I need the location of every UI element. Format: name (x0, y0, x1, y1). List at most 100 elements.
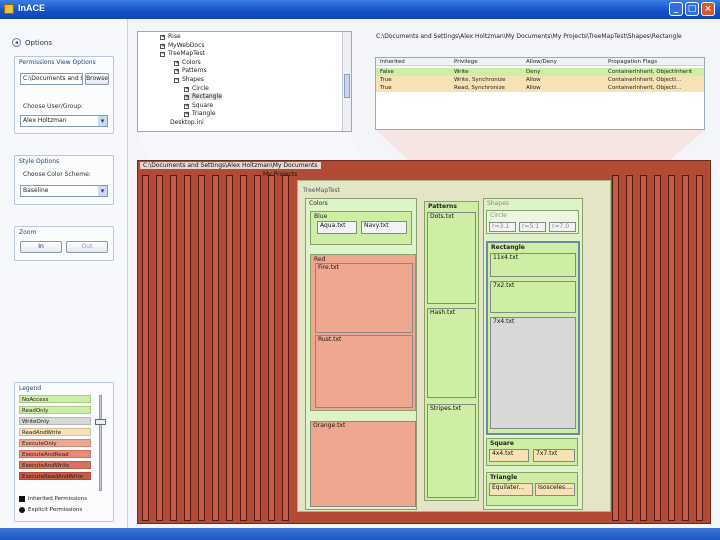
minimize-button[interactable]: _ (669, 2, 683, 16)
table-row[interactable]: False Write Deny ContainerInherit, ObjectIn… (376, 68, 704, 76)
style-options-group: Style Options Choose Color Scheme: Basel… (14, 155, 114, 205)
close-button[interactable]: × (701, 2, 715, 16)
expander-icon[interactable]: + (184, 86, 189, 92)
file-rust[interactable]: Rust.txt (315, 335, 413, 408)
tree-node[interactable]: − Shapes (174, 76, 204, 83)
tree-node[interactable]: + Patterns (174, 67, 207, 75)
treemap-folder-column[interactable] (268, 175, 275, 521)
col-allow-deny: Allow/Deny (526, 59, 557, 65)
patterns-folder[interactable]: Patterns Dots.txt Hash.txt Stripes.txt (424, 201, 479, 501)
expander-icon[interactable]: − (174, 78, 179, 83)
legend-title: Legend (19, 385, 42, 392)
rectangle-folder[interactable]: Rectangle 11x4.txt 7x2.txt 7x4.txt (486, 241, 580, 435)
file-11x4[interactable]: 11x4.txt (490, 253, 576, 277)
table-cell: True (380, 77, 392, 83)
file-circle-r7[interactable]: r=7.0 (549, 222, 576, 232)
tree-node[interactable]: Desktop.ini (170, 119, 204, 126)
treemap-folder-column[interactable] (668, 175, 675, 521)
expander-icon[interactable]: + (184, 95, 189, 101)
file-fire[interactable]: Fire.txt (315, 263, 413, 333)
tree-node[interactable]: + Colors (174, 59, 201, 66)
table-row[interactable]: True Read, Synchronize Allow ContainerInher… (376, 84, 704, 92)
treemap-folder-column[interactable] (226, 175, 233, 521)
file-stripes[interactable]: Stripes.txt (427, 404, 476, 498)
app-icon (4, 4, 14, 14)
treemap-folder-column[interactable] (156, 175, 163, 521)
treemap-folder-column[interactable] (696, 175, 703, 521)
file-dots[interactable]: Dots.txt (427, 212, 476, 304)
file-equilateral[interactable]: Equilater... (489, 483, 533, 496)
legend-item: ExecuteOnly (19, 439, 91, 447)
treemap-folder-column[interactable] (682, 175, 689, 521)
zoom-in-button[interactable]: In (20, 241, 62, 253)
table-cell: Write, Synchronize (454, 77, 506, 83)
shapes-folder[interactable]: Shapes Circle r=3.1 r=5.1 r=7.0 Rectangl… (483, 198, 583, 510)
legend-item: ReadOnly (19, 406, 91, 414)
legend-slider-thumb[interactable] (95, 419, 106, 425)
zoom-out-button[interactable]: Out (66, 241, 108, 253)
file-circle-r5[interactable]: r=5.1 (519, 222, 546, 232)
expander-icon[interactable]: + (184, 112, 189, 118)
tree-node[interactable]: + Square (184, 102, 213, 109)
file-navy[interactable]: Navy.txt (361, 221, 407, 234)
tree-node[interactable]: + Triangle (184, 110, 216, 118)
col-propagation: Propagation Flags (608, 59, 658, 65)
treemap-folder-column[interactable] (626, 175, 633, 521)
user-group-select[interactable]: Alex Holtzman (20, 115, 108, 127)
tree-node[interactable]: − TreeMapTest (160, 50, 205, 58)
treemap-folder-column[interactable] (640, 175, 647, 521)
treemap-folder-column[interactable] (198, 175, 205, 521)
expander-icon[interactable]: + (174, 60, 179, 66)
treemap-folder-column[interactable] (612, 175, 619, 521)
legend-slider-track[interactable] (99, 395, 102, 491)
tree-node[interactable]: + Rectangle (184, 93, 222, 101)
treemap-panel[interactable]: TreeMapTest Colors Blue Aqua.txt Navy.tx… (297, 180, 611, 512)
maximize-button[interactable]: □ (685, 2, 699, 16)
file-circle-r3[interactable]: r=3.1 (489, 222, 516, 232)
file-hash[interactable]: Hash.txt (427, 308, 476, 398)
folder-tree[interactable]: + Rise + MyWebDocs − TreeMapTest + Colors + Patte… (137, 31, 352, 132)
red-label: Red (314, 256, 326, 263)
file-7x2[interactable]: 7x2.txt (490, 281, 576, 313)
file-4x4[interactable]: 4x4.txt (489, 449, 529, 462)
square-folder[interactable]: Square 4x4.txt 7x7.txt (486, 438, 578, 466)
file-aqua[interactable]: Aqua.txt (317, 221, 357, 234)
expander-icon[interactable]: + (160, 35, 165, 40)
path-input[interactable]: C:\Documents and Se (20, 73, 83, 85)
treemap-folder-column[interactable] (170, 175, 177, 521)
colors-folder[interactable]: Colors Blue Aqua.txt Navy.txt Red Fire.t… (305, 198, 417, 510)
treemap-folder-column[interactable] (240, 175, 247, 521)
treemap-folder-column[interactable] (654, 175, 661, 521)
red-folder[interactable]: Red Fire.txt Rust.txt (310, 254, 416, 411)
file-isosceles[interactable]: Isosceles.... (535, 483, 575, 496)
expander-icon[interactable]: + (174, 69, 179, 75)
expander-icon[interactable]: + (160, 43, 165, 49)
tree-node[interactable]: + Circle (184, 85, 209, 92)
legend-item: ExecuteAndRead (19, 450, 91, 458)
file-orange[interactable]: Orange.txt (310, 421, 416, 507)
expander-icon[interactable]: − (160, 52, 165, 58)
tree-node[interactable]: + MyWebDocs (160, 42, 205, 49)
explicit-legend-label: Explicit Permissions (28, 507, 83, 513)
treemap-folder-column[interactable] (184, 175, 191, 521)
treemap-folder-column[interactable] (212, 175, 219, 521)
expander-icon[interactable]: + (184, 103, 189, 109)
triangle-folder[interactable]: Triangle Equilater... Isosceles.... (486, 472, 578, 506)
treemap-folder-column[interactable] (282, 175, 289, 521)
browse-button[interactable]: Browse (85, 73, 109, 85)
treemap-folder-column[interactable] (142, 175, 149, 521)
tree-scrollbar[interactable] (342, 32, 351, 131)
collapse-options-icon[interactable]: ◂ (12, 38, 21, 47)
circle-folder[interactable]: Circle r=3.1 r=5.1 r=7.0 (486, 210, 579, 234)
blue-folder[interactable]: Blue Aqua.txt Navy.txt (310, 211, 412, 245)
inherited-legend-label: Inherited Permissions (28, 496, 88, 502)
tree-scroll-thumb[interactable] (344, 74, 350, 98)
file-7x4[interactable]: 7x4.txt (490, 317, 576, 429)
color-scheme-select[interactable]: Baseline (20, 185, 108, 197)
treemap-folder-column[interactable] (254, 175, 261, 521)
table-cell: Deny (526, 69, 541, 75)
selected-path: C:\Documents and Settings\Alex Holtzman\… (376, 33, 682, 40)
table-row[interactable]: True Write, Synchronize Allow ContainerInhe… (376, 76, 704, 84)
tree-node[interactable]: + Rise (160, 33, 181, 40)
file-7x7[interactable]: 7x7.txt (533, 449, 575, 462)
